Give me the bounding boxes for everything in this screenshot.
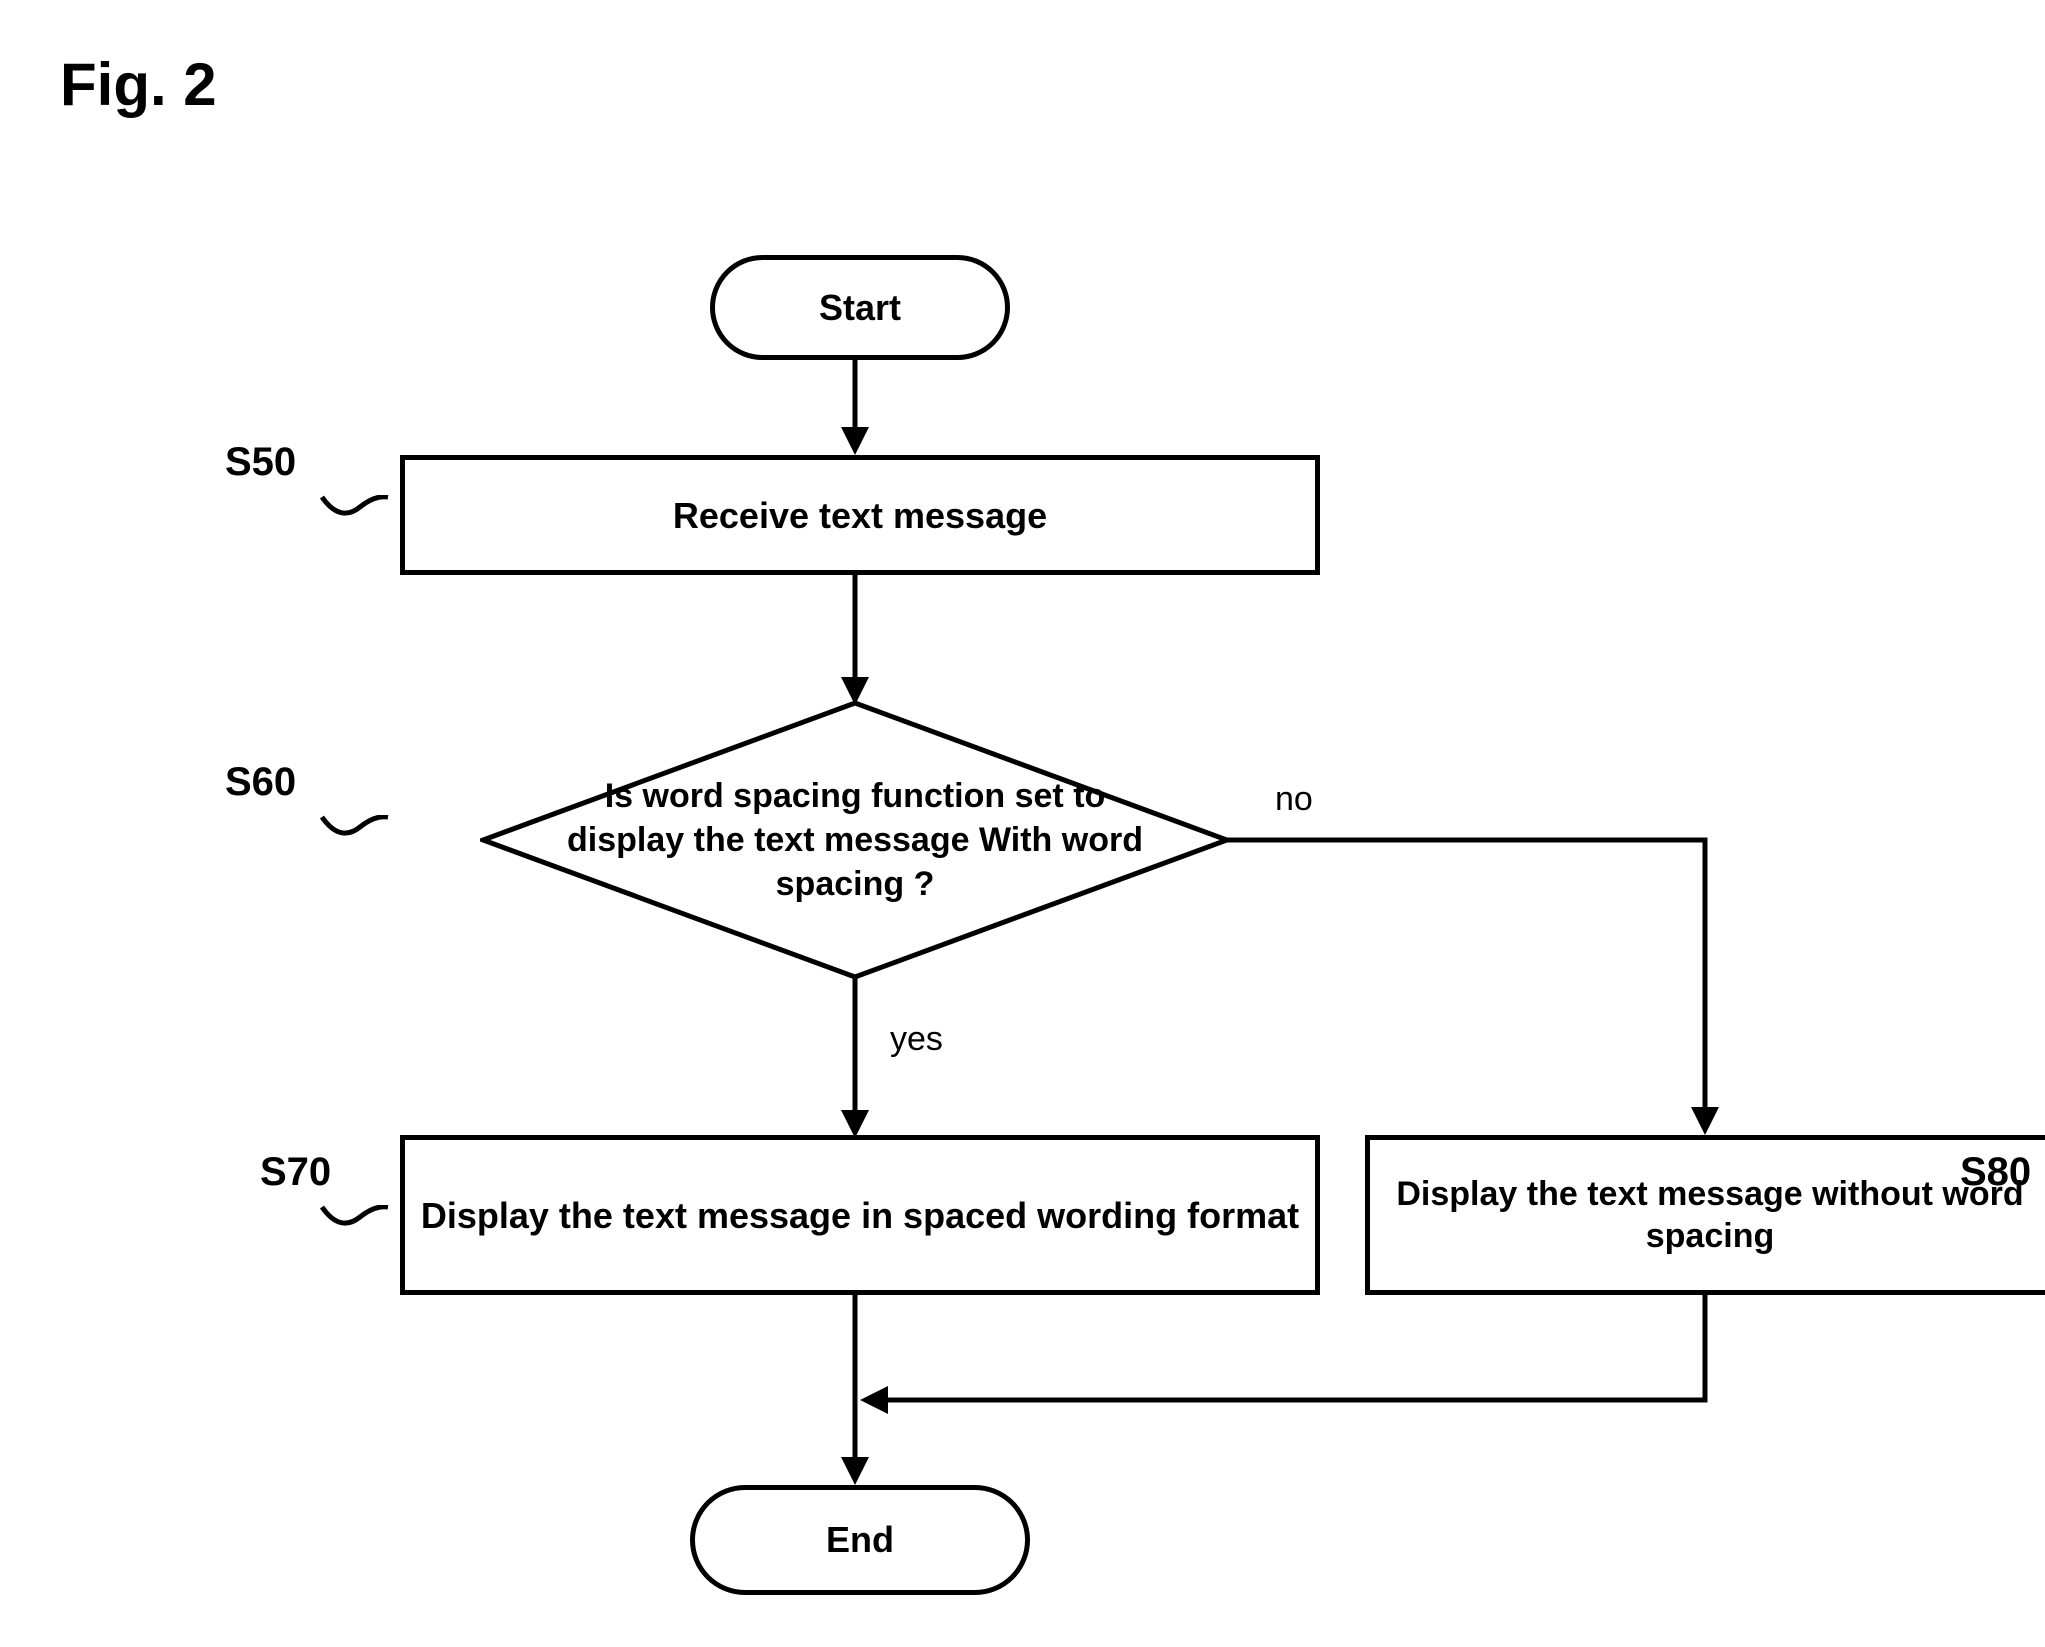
node-s60: Is word spacing function set to display … [480,700,1230,980]
edge-label-yes: yes [890,1020,943,1059]
node-start-label: Start [819,287,901,329]
node-s80-label: Display the text message without word sp… [1370,1173,2045,1258]
step-tail-s60 [320,815,390,845]
step-label-s60: S60 [225,760,296,805]
edge-start-to-s50 [835,355,875,460]
step-tail-s50 [320,495,390,525]
step-tail-s70 [320,1205,390,1235]
node-s80: Display the text message without word sp… [1365,1135,2045,1295]
node-s50: Receive text message [400,455,1320,575]
edge-label-no: no [1275,780,1313,819]
edge-s60-to-s80 [1225,820,1745,1145]
node-end-label: End [826,1519,894,1561]
node-s50-label: Receive text message [673,493,1047,538]
edge-s50-to-s60 [835,570,875,710]
node-s70: Display the text message in spaced wordi… [400,1135,1320,1295]
node-s60-label: Is word spacing function set to display … [480,700,1230,980]
node-start: Start [710,255,1010,360]
edge-s80-to-merge [845,1290,1745,1430]
edge-s60-to-s70 [835,978,875,1143]
node-end: End [690,1485,1030,1595]
flowchart-figure: Fig. 2 Start Receive text message S50 Is… [0,0,2045,1647]
step-label-s80-visible: S80 [1960,1150,2031,1195]
step-label-s50: S50 [225,440,296,485]
figure-title: Fig. 2 [60,50,217,119]
step-tail-s80 [2030,1205,2045,1235]
step-label-s70: S70 [260,1150,331,1195]
node-s70-label: Display the text message in spaced wordi… [421,1193,1299,1238]
